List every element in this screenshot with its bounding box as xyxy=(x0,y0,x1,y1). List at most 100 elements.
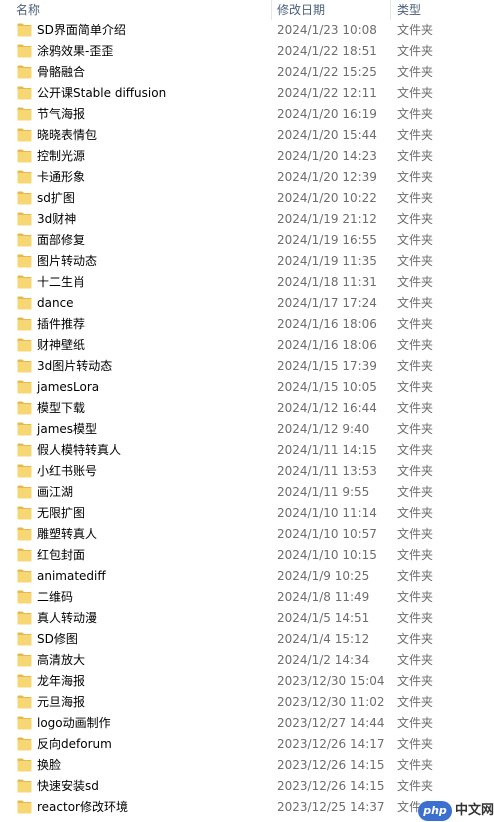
modified-date: 2023/12/26 14:15 xyxy=(277,758,385,772)
file-row[interactable]: 快速安装sd 2023/12/26 14:15 文件夹 xyxy=(0,776,494,797)
folder-icon xyxy=(17,44,32,58)
file-row[interactable]: 假人模特转真人 2024/1/11 14:15 文件夹 xyxy=(0,440,494,461)
modified-date: 2024/1/10 10:15 xyxy=(277,548,377,562)
modified-date: 2023/12/27 14:44 xyxy=(277,716,385,730)
modified-date: 2024/1/11 9:55 xyxy=(277,485,370,499)
file-type: 文件夹 xyxy=(397,674,434,688)
file-row[interactable]: 图片转动态 2024/1/19 11:35 文件夹 xyxy=(0,251,494,272)
file-row[interactable]: sd扩图 2024/1/20 10:22 文件夹 xyxy=(0,188,494,209)
modified-date: 2024/1/20 15:44 xyxy=(277,128,377,142)
file-type: 文件夹 xyxy=(397,317,434,331)
file-type: 文件夹 xyxy=(397,506,434,520)
file-row[interactable]: 无限扩图 2024/1/10 11:14 文件夹 xyxy=(0,503,494,524)
file-row[interactable]: logo动画制作 2023/12/27 14:44 文件夹 xyxy=(0,713,494,734)
folder-icon xyxy=(17,254,32,268)
file-row[interactable]: 财神壁纸 2024/1/16 18:06 文件夹 xyxy=(0,335,494,356)
file-row[interactable]: 面部修复 2024/1/19 16:55 文件夹 xyxy=(0,230,494,251)
file-row[interactable]: 雕塑转真人 2024/1/10 10:57 文件夹 xyxy=(0,524,494,545)
file-row[interactable]: animatediff 2024/1/9 10:25 文件夹 xyxy=(0,566,494,587)
file-type: 文件夹 xyxy=(397,296,434,310)
folder-icon xyxy=(17,632,32,646)
file-type: 文件夹 xyxy=(397,233,434,247)
file-row[interactable]: 涂鸦效果-歪歪 2024/1/22 18:51 文件夹 xyxy=(0,41,494,62)
file-row[interactable]: dance 2024/1/17 17:24 文件夹 xyxy=(0,293,494,314)
file-name: 高清放大 xyxy=(37,653,86,667)
site-watermark: php 中文网 xyxy=(418,800,494,822)
modified-date: 2024/1/19 21:12 xyxy=(277,212,377,226)
file-row[interactable]: 换脸 2023/12/26 14:15 文件夹 xyxy=(0,755,494,776)
file-row[interactable]: 小红书账号 2024/1/11 13:53 文件夹 xyxy=(0,461,494,482)
file-row[interactable]: jamesLora 2024/1/15 10:05 文件夹 xyxy=(0,377,494,398)
column-header-name[interactable]: 名称 xyxy=(16,0,40,20)
folder-icon xyxy=(17,527,32,541)
folder-icon xyxy=(17,170,32,184)
file-row[interactable]: 节气海报 2024/1/20 16:19 文件夹 xyxy=(0,104,494,125)
file-name: 卡通形象 xyxy=(37,170,86,184)
file-name: 十二生肖 xyxy=(37,275,86,289)
file-name: 换脸 xyxy=(37,758,62,772)
file-row[interactable]: 模型下载 2024/1/12 16:44 文件夹 xyxy=(0,398,494,419)
file-row[interactable]: SD界面简单介绍 2024/1/23 10:08 文件夹 xyxy=(0,20,494,41)
file-row[interactable]: 真人转动漫 2024/1/5 14:51 文件夹 xyxy=(0,608,494,629)
folder-icon xyxy=(17,653,32,667)
modified-date: 2024/1/19 16:55 xyxy=(277,233,377,247)
file-row[interactable]: SD修图 2024/1/4 15:12 文件夹 xyxy=(0,629,494,650)
file-row[interactable]: 红包封面 2024/1/10 10:15 文件夹 xyxy=(0,545,494,566)
file-type: 文件夹 xyxy=(397,212,434,226)
modified-date: 2024/1/5 14:51 xyxy=(277,611,370,625)
modified-date: 2024/1/20 12:39 xyxy=(277,170,377,184)
file-type: 文件夹 xyxy=(397,737,434,751)
column-header-type[interactable]: 类型 xyxy=(397,0,421,20)
file-name: reactor修改环境 xyxy=(37,800,128,814)
file-name: 快速安装sd xyxy=(37,779,99,793)
file-row[interactable]: 龙年海报 2023/12/30 15:04 文件夹 xyxy=(0,671,494,692)
file-row[interactable]: 元旦海报 2023/12/30 11:02 文件夹 xyxy=(0,692,494,713)
column-header-date[interactable]: 修改日期 xyxy=(277,0,325,20)
folder-icon xyxy=(17,65,32,79)
file-type: 文件夹 xyxy=(397,275,434,289)
file-type: 文件夹 xyxy=(397,422,434,436)
file-type: 文件夹 xyxy=(397,758,434,772)
file-type: 文件夹 xyxy=(397,632,434,646)
file-row[interactable]: 反向deforum 2023/12/26 14:17 文件夹 xyxy=(0,734,494,755)
file-row[interactable]: 卡通形象 2024/1/20 12:39 文件夹 xyxy=(0,167,494,188)
file-row[interactable]: 插件推荐 2024/1/16 18:06 文件夹 xyxy=(0,314,494,335)
folder-icon xyxy=(17,569,32,583)
modified-date: 2024/1/12 9:40 xyxy=(277,422,370,436)
file-row[interactable]: 骨骼融合 2024/1/22 15:25 文件夹 xyxy=(0,62,494,83)
file-row[interactable]: 控制光源 2024/1/20 14:23 文件夹 xyxy=(0,146,494,167)
file-name: 骨骼融合 xyxy=(37,65,86,79)
folder-icon xyxy=(17,338,32,352)
column-divider[interactable] xyxy=(390,0,391,20)
folder-icon xyxy=(17,86,32,100)
modified-date: 2024/1/20 14:23 xyxy=(277,149,377,163)
file-type: 文件夹 xyxy=(397,548,434,562)
modified-date: 2024/1/10 10:57 xyxy=(277,527,377,541)
folder-icon xyxy=(17,611,32,625)
file-type: 文件夹 xyxy=(397,716,434,730)
folder-icon xyxy=(17,233,32,247)
file-name: 真人转动漫 xyxy=(37,611,98,625)
folder-icon xyxy=(17,401,32,415)
folder-icon xyxy=(17,107,32,121)
file-name: 反向deforum xyxy=(37,737,112,751)
file-row[interactable]: james模型 2024/1/12 9:40 文件夹 xyxy=(0,419,494,440)
file-row[interactable]: 3d财神 2024/1/19 21:12 文件夹 xyxy=(0,209,494,230)
file-row[interactable]: 画江湖 2024/1/11 9:55 文件夹 xyxy=(0,482,494,503)
file-row[interactable]: 十二生肖 2024/1/18 11:31 文件夹 xyxy=(0,272,494,293)
file-row[interactable]: 3d图片转动态 2024/1/15 17:39 文件夹 xyxy=(0,356,494,377)
file-row[interactable]: 晓晓表情包 2024/1/20 15:44 文件夹 xyxy=(0,125,494,146)
file-name: SD界面简单介绍 xyxy=(37,23,126,37)
modified-date: 2023/12/30 15:04 xyxy=(277,674,385,688)
column-divider[interactable] xyxy=(271,0,272,20)
folder-icon xyxy=(17,191,32,205)
modified-date: 2024/1/19 11:35 xyxy=(277,254,377,268)
modified-date: 2024/1/17 17:24 xyxy=(277,296,377,310)
file-row[interactable]: 二维码 2024/1/8 11:49 文件夹 xyxy=(0,587,494,608)
file-type: 文件夹 xyxy=(397,653,434,667)
file-row[interactable]: 高清放大 2024/1/2 14:34 文件夹 xyxy=(0,650,494,671)
file-name: 财神壁纸 xyxy=(37,338,86,352)
file-row[interactable]: 公开课Stable diffusion 2024/1/22 12:11 文件夹 xyxy=(0,83,494,104)
file-name: dance xyxy=(37,296,74,310)
file-name: logo动画制作 xyxy=(37,716,111,730)
